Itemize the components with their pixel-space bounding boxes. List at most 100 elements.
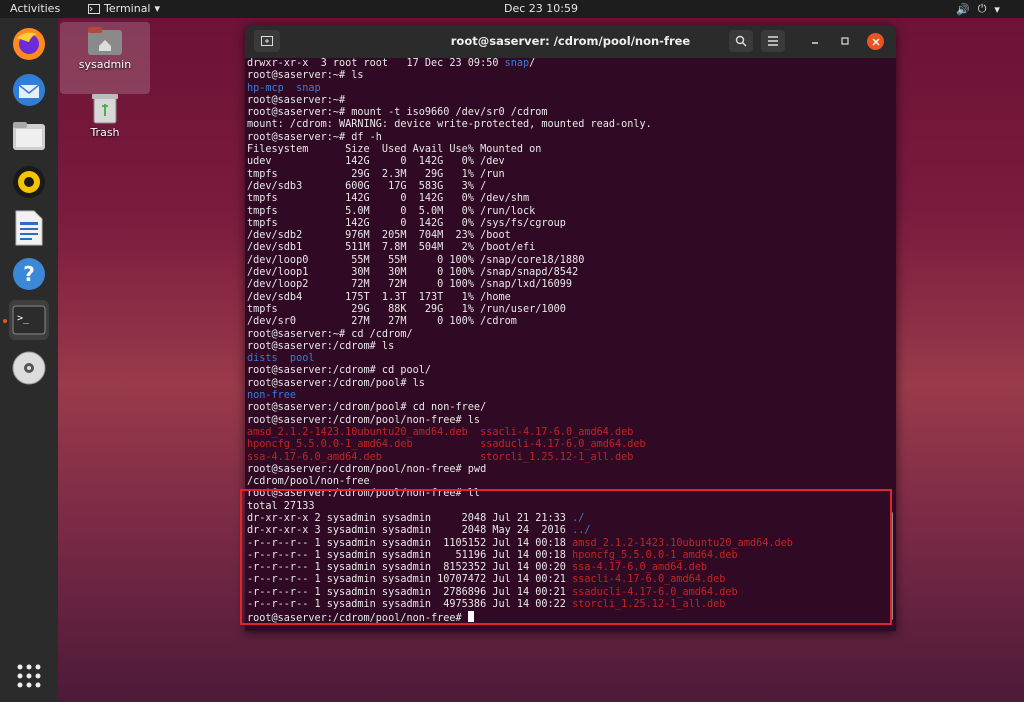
terminal-line: drwxr-xr-x 3 root root 17 Dec 23 09:50 s… [247, 58, 887, 70]
deb-file-name: ssacli-4.17-6.0_amd64.deb [572, 574, 726, 586]
directory-name: snap [504, 58, 530, 69]
terminal-text: root@saserver:~# [247, 94, 346, 106]
terminal-line: -r--r--r-- 1 sysadmin sysadmin 1105152 J… [247, 538, 887, 550]
terminal-text: root@saserver:/cdrom# ls [247, 340, 395, 352]
terminal-line: tmpfs 5.0M 0 5.0M 0% /run/lock [247, 206, 887, 218]
terminal-line: -r--r--r-- 1 sysadmin sysadmin 8152352 J… [247, 562, 887, 574]
deb-file-name: storcli_1.25.12-1_all.deb [480, 451, 634, 463]
firefox-icon[interactable] [9, 24, 49, 64]
terminal-text: tmpfs 142G 0 142G 0% /sys/fs/cgroup [247, 217, 566, 229]
show-applications-icon[interactable] [9, 656, 49, 696]
activities-button[interactable]: Activities [10, 2, 60, 15]
terminal-scrollbar[interactable] [890, 512, 893, 620]
terminal-text: /cdrom/pool/non-free [247, 476, 370, 488]
terminal-line: -r--r--r-- 1 sysadmin sysadmin 10707472 … [247, 574, 887, 586]
hamburger-icon [768, 36, 778, 46]
terminal-line: tmpfs 142G 0 142G 0% /dev/shm [247, 193, 887, 205]
rhythmbox-icon[interactable] [9, 162, 49, 202]
terminal-text: root@saserver:/cdrom/pool/non-free# pwd [247, 463, 487, 475]
terminal-output[interactable]: drwxr-xr-x 3 root root 17 Dec 23 09:50 s… [245, 58, 887, 631]
terminal-text: dr-xr-xr-x 2 sysadmin sysadmin 2048 Jul … [247, 512, 573, 524]
terminal-line: /dev/sr0 27M 27M 0 100% /cdrom [247, 316, 887, 328]
desktop-home-label: sysadmin [78, 58, 132, 71]
terminal-title: root@saserver: /cdrom/pool/non-free [450, 34, 691, 48]
deb-file-name: ssaducli-4.17-6.0_amd64.deb [572, 586, 738, 598]
terminal-line: /dev/sdb4 175T 1.3T 173T 1% /home [247, 292, 887, 304]
deb-file-name: ssacli-4.17-6.0_amd64.deb [480, 426, 634, 438]
terminal-text: -r--r--r-- 1 sysadmin sysadmin 4975386 J… [247, 599, 573, 611]
terminal-text: Filesystem Size Used Avail Use% Mounted … [247, 144, 542, 156]
terminal-text: tmpfs 29G 2.3M 29G 1% /run [247, 168, 505, 180]
terminal-text: /dev/loop2 72M 72M 0 100% /snap/lxd/1609… [247, 279, 573, 291]
maximize-button[interactable] [836, 30, 854, 52]
volume-icon: 🔊 [956, 2, 970, 16]
terminal-text: /dev/sr0 27M 27M 0 100% /cdrom [247, 316, 517, 328]
close-button[interactable] [867, 33, 884, 50]
terminal-text: root@saserver:~# cd /cdrom/ [247, 328, 413, 340]
terminal-icon[interactable]: >_ [9, 300, 49, 340]
terminal-line: udev 142G 0 142G 0% /dev [247, 156, 887, 168]
terminal-line: /dev/loop0 55M 55M 0 100% /snap/core18/1… [247, 255, 887, 267]
system-status-menu[interactable]: 🔊 ⏻ ▾ [956, 2, 1000, 16]
terminal-line: -r--r--r-- 1 sysadmin sysadmin 2786896 J… [247, 587, 887, 599]
terminal-line: tmpfs 142G 0 142G 0% /sys/fs/cgroup [247, 218, 887, 230]
svg-text:?: ? [23, 262, 35, 286]
chevron-down-icon: ▾ [994, 2, 1000, 16]
desktop-trash[interactable]: Trash [60, 92, 150, 139]
terminal-window[interactable]: root@saserver: /cdrom/pool/non-free drwx… [245, 25, 896, 631]
terminal-text: /dev/loop1 30M 30M 0 100% /snap/snapd/85… [247, 267, 579, 279]
thunderbird-icon[interactable] [9, 70, 49, 110]
terminal-line: total 27133 [247, 501, 887, 513]
deb-file-name: amsd_2.1.2-1423.10ubuntu20_amd64.deb [572, 537, 793, 549]
terminal-line: /cdrom/pool/non-free [247, 476, 887, 488]
help-icon[interactable]: ? [9, 254, 49, 294]
files-icon[interactable] [9, 116, 49, 156]
app-menu[interactable]: Terminal ▾ [88, 2, 160, 15]
terminal-line: /dev/loop2 72M 72M 0 100% /snap/lxd/1609… [247, 279, 887, 291]
terminal-header-bar[interactable]: root@saserver: /cdrom/pool/non-free [245, 25, 896, 58]
terminal-line: root@saserver:~# cd /cdrom/ [247, 329, 887, 341]
terminal-text: -r--r--r-- 1 sysadmin sysadmin 8152352 J… [247, 562, 573, 574]
writer-icon[interactable] [9, 208, 49, 248]
terminal-line: root@saserver:/cdrom/pool/non-free# pwd [247, 464, 887, 476]
search-button[interactable] [729, 30, 753, 52]
terminal-line: root@saserver:~# mount -t iso9660 /dev/s… [247, 107, 887, 119]
terminal-text: root@saserver:/cdrom/pool/non-free# ll [247, 488, 481, 500]
dock: ? >_ [0, 18, 58, 702]
terminal-line: non-free [247, 390, 887, 402]
terminal-text: root@saserver:/cdrom# cd pool/ [247, 365, 432, 377]
terminal-text: root@saserver:~# ls [247, 70, 364, 82]
menu-button[interactable] [761, 30, 785, 52]
deb-file-name: hponcfg_5.5.0.0-1_amd64.deb [572, 549, 738, 561]
terminal-line: tmpfs 29G 88K 29G 1% /run/user/1000 [247, 304, 887, 316]
dvd-icon[interactable] [9, 348, 49, 388]
terminal-line: root@saserver:~# ls [247, 70, 887, 82]
text-cursor [467, 611, 474, 623]
deb-file-name: ssaducli-4.17-6.0_amd64.deb [480, 439, 646, 451]
directory-name: hp-mcp snap [247, 82, 321, 94]
terminal-line: -r--r--r-- 1 sysadmin sysadmin 4975386 J… [247, 599, 887, 611]
terminal-line: /dev/sdb3 600G 17G 583G 3% / [247, 181, 887, 193]
terminal-text: tmpfs 29G 88K 29G 1% /run/user/1000 [247, 303, 566, 315]
minimize-button[interactable] [806, 30, 824, 52]
search-icon [735, 35, 747, 47]
app-menu-label: Terminal [104, 2, 151, 15]
maximize-icon [841, 37, 849, 45]
clock[interactable]: Dec 23 10:59 [504, 2, 578, 15]
desktop-home-folder[interactable]: sysadmin [60, 22, 150, 94]
terminal-text: root@saserver:/cdrom/pool# cd non-free/ [247, 402, 487, 414]
terminal-text: /dev/sdb1 511M 7.8M 504M 2% /boot/efi [247, 242, 536, 254]
terminal-line: root@saserver:~# [247, 95, 887, 107]
terminal-text: root@saserver:~# mount -t iso9660 /dev/s… [247, 107, 548, 119]
terminal-line: /dev/loop1 30M 30M 0 100% /snap/snapd/85… [247, 267, 887, 279]
terminal-text: -r--r--r-- 1 sysadmin sysadmin 2786896 J… [247, 586, 573, 598]
terminal-text: udev 142G 0 142G 0% /dev [247, 156, 505, 168]
terminal-line: mount: /cdrom: WARNING: device write-pro… [247, 119, 887, 131]
terminal-line: root@saserver:/cdrom/pool/non-free# [247, 611, 887, 624]
minimize-icon [812, 42, 818, 44]
chevron-down-icon: ▾ [154, 2, 161, 15]
terminal-text: /dev/sdb2 976M 205M 704M 23% /boot [247, 230, 511, 242]
terminal-text: -r--r--r-- 1 sysadmin sysadmin 10707472 … [247, 574, 573, 586]
terminal-line: Filesystem Size Used Avail Use% Mounted … [247, 144, 887, 156]
directory-name: ./ [572, 512, 585, 524]
